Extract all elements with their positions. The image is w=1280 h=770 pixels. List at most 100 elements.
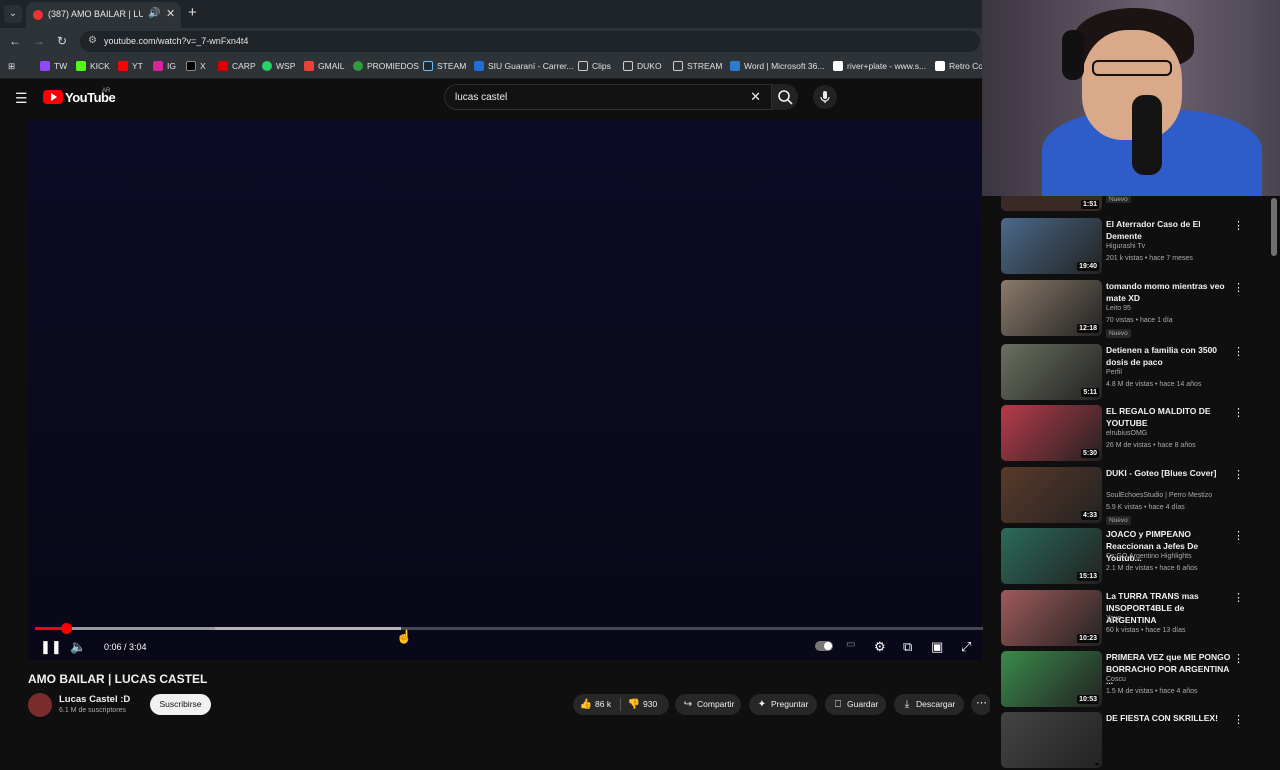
recommended-channel[interactable]: Yayo (1106, 615, 1121, 622)
video-thumbnail[interactable]: 5:11 (1001, 344, 1102, 400)
channel-avatar[interactable] (28, 693, 52, 717)
bookmark-river[interactable]: river+plate - www.s... (833, 61, 926, 71)
menu-icon[interactable]: ☰ (15, 90, 28, 107)
settings-icon[interactable]: ⚙ (874, 639, 886, 655)
recommended-video[interactable]: 15:13 JOACO y PIMPEANO Reaccionan a Jefes… (1001, 528, 1271, 586)
recommended-video[interactable]: 19:40 El Aterrador Caso de El Demente Higu… (1001, 218, 1271, 276)
recommended-channel[interactable]: Higurashi Tv (1106, 243, 1145, 250)
more-actions-icon[interactable]: ⋯ (971, 694, 992, 715)
forward-icon[interactable]: → (33, 34, 45, 48)
new-tab-icon[interactable]: + (188, 4, 197, 21)
video-thumbnail[interactable]: 10:53 (1001, 651, 1102, 707)
recommended-video[interactable]: 5:30 EL REGALO MALDITO DE YOUTUBE elrubius… (1001, 405, 1271, 463)
site-info-icon[interactable]: ⚙ (88, 35, 97, 46)
miniplayer-icon[interactable]: ⧉ (903, 639, 912, 655)
bookmark-ig[interactable]: IG (153, 61, 176, 71)
captions-icon[interactable]: ▭ (846, 639, 855, 650)
bookmark-yt[interactable]: YT (118, 61, 143, 71)
video-player[interactable] (28, 120, 982, 660)
bookmark-x[interactable]: X (186, 61, 206, 71)
subscribe-button[interactable]: Suscribirse (150, 694, 211, 715)
recommended-video[interactable]: 4:33 DUKI - Goteo [Blues Cover] SoulEchoes… (1001, 467, 1271, 525)
dislike-button[interactable]: 👎 930 (625, 694, 657, 715)
video-thumbnail[interactable]: 5:30 (1001, 405, 1102, 461)
recommended-channel[interactable]: Coscu (1106, 676, 1126, 683)
like-icon[interactable]: 👍 (577, 694, 595, 715)
recommended-channel[interactable]: Perfil (1106, 369, 1122, 376)
channel-name[interactable]: Lucas Castel :D (59, 694, 130, 705)
voice-search-button[interactable] (813, 85, 837, 109)
recommended-channel[interactable]: Leito 95 (1106, 305, 1131, 312)
bookmark-word[interactable]: Word | Microsoft 36... (730, 61, 824, 71)
video-thumbnail[interactable]: 4:33 (1001, 467, 1102, 523)
action-menu-icon[interactable]: ⋮ (1233, 281, 1244, 294)
webcam-headphones (1062, 30, 1084, 80)
bookmark-gmail[interactable]: GMAIL (304, 61, 344, 71)
recommended-video[interactable]: 10:53 PRIMERA VEZ que ME PONGO BORRACHO P… (1001, 651, 1271, 709)
recommended-video-title[interactable]: El Aterrador Caso de El Demente (1106, 218, 1234, 242)
sidebar-scrollbar[interactable] (1271, 198, 1277, 256)
share-button[interactable]: ↪ Compartir (675, 694, 741, 715)
recommended-video-title[interactable]: La TURRA TRANS mas INSOPORT4BLE de ARGEN… (1106, 590, 1234, 626)
autoplay-toggle[interactable] (815, 641, 833, 651)
recommended-video[interactable]: DE FIESTA CON SKRILLEX! ⋮ (1001, 712, 1271, 770)
recommended-meta: 201 k vistas • hace 7 meses (1106, 255, 1193, 262)
recommended-video-title[interactable]: DE FIESTA CON SKRILLEX! (1106, 712, 1234, 724)
recommended-video-title[interactable]: tomando momo mientras veo mate XD (1106, 280, 1234, 304)
speaker-icon[interactable]: 🔊 (148, 8, 160, 19)
clear-search-icon[interactable]: ✕ (750, 89, 761, 105)
progress-scrubber-handle[interactable] (61, 623, 72, 634)
action-menu-icon[interactable]: ⋮ (1233, 406, 1244, 419)
close-tab-icon[interactable]: ✕ (166, 7, 175, 20)
bookmark-promiedos[interactable]: PROMIEDOS (353, 61, 419, 71)
bookmark-folder-stream[interactable]: STREAM (673, 61, 722, 71)
bookmark-carp[interactable]: CARP (218, 61, 256, 71)
bookmark-kick[interactable]: KICK (76, 61, 110, 71)
video-thumbnail[interactable]: 1:51 (1001, 196, 1102, 211)
recommended-channel[interactable]: SoulEchoesStudio | Perro Mestizo (1106, 492, 1212, 499)
apps-icon[interactable]: ⊞ (8, 61, 15, 72)
cast-icon[interactable]: ▣ (931, 639, 943, 655)
bookmark-wsp[interactable]: WSP (262, 61, 295, 71)
video-thumbnail[interactable]: 15:13 (1001, 528, 1102, 584)
save-button[interactable]: ⎕ Guardar (825, 694, 886, 715)
action-menu-icon[interactable]: ⋮ (1233, 652, 1244, 665)
video-thumbnail[interactable]: 19:40 (1001, 218, 1102, 274)
video-thumbnail[interactable]: 10:23 (1001, 590, 1102, 646)
recommended-channel[interactable]: elrubiusOMG (1106, 430, 1147, 437)
bookmark-folder-clips[interactable]: Clips (578, 61, 611, 71)
action-menu-icon[interactable]: ⋮ (1233, 529, 1244, 542)
action-menu-icon[interactable]: ⋮ (1233, 591, 1244, 604)
recommended-video-title[interactable]: DUKI - Goteo [Blues Cover] (1106, 467, 1234, 479)
bookmark-siu[interactable]: SIU Guaraní - Carrer... (474, 61, 574, 71)
action-menu-icon[interactable]: ⋮ (1233, 219, 1244, 232)
download-button[interactable]: ⤓ Descargar (894, 694, 964, 715)
search-button[interactable] (772, 84, 798, 110)
action-menu-icon[interactable]: ⋮ (1233, 345, 1244, 358)
recommended-video[interactable]: 5:11 Detienen a familia con 3500 dosis de… (1001, 344, 1271, 402)
tab-search-button[interactable]: ⌄ (4, 5, 22, 23)
search-input[interactable]: lucas castel ✕ (444, 84, 772, 110)
back-icon[interactable]: ← (9, 34, 21, 48)
bookmark-steam[interactable]: STEAM (423, 61, 466, 71)
address-bar[interactable]: ⚙ youtube.com/watch?v=_7-wnFxn4t4 (80, 31, 980, 52)
recommended-channel[interactable]: Cs:GO Argentino Highlights (1106, 553, 1192, 560)
pause-icon[interactable]: ❚❚ (40, 639, 62, 655)
video-thumbnail[interactable]: 12:18 (1001, 280, 1102, 336)
youtube-logo-icon[interactable] (43, 90, 63, 104)
recommended-video-title[interactable]: Detienen a familia con 3500 dosis de pac… (1106, 344, 1234, 368)
recommended-video[interactable]: 12:18 tomando momo mientras veo mate XD Le… (1001, 280, 1271, 338)
ask-button[interactable]: ✦ Preguntar (749, 694, 817, 715)
browser-tab[interactable]: (387) AMO BAILAR | LUCAS 🔊 ✕ (26, 2, 181, 28)
recommended-video-title[interactable]: EL REGALO MALDITO DE YOUTUBE (1106, 405, 1234, 429)
like-count[interactable]: 86 k (595, 699, 611, 709)
action-menu-icon[interactable]: ⋮ (1233, 468, 1244, 481)
reload-icon[interactable]: ↻ (57, 34, 67, 48)
bookmark-retro[interactable]: Retro Co (935, 61, 982, 71)
bookmark-folder-duko[interactable]: DUKO (623, 61, 662, 71)
bookmark-tw[interactable]: TW (40, 61, 67, 71)
recommended-video[interactable]: 10:23 La TURRA TRANS mas INSOPORT4BLE de … (1001, 590, 1271, 648)
volume-icon[interactable]: 🔈 (70, 639, 86, 655)
video-thumbnail[interactable] (1001, 712, 1102, 768)
fullscreen-icon[interactable]: ⤢ (961, 639, 971, 655)
